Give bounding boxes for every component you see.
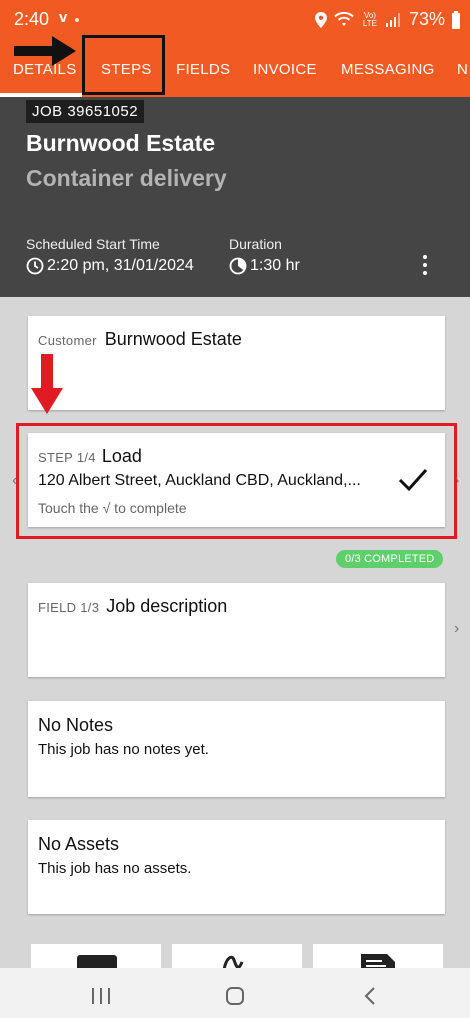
status-bar: 2:40 v Vo) LTE 73% [0,0,470,40]
system-nav-bar [0,968,470,1018]
action-tiles [31,944,443,968]
duration-label: Duration [229,236,282,252]
tab-messaging[interactable]: MESSAGING [341,61,435,78]
client-name: Burnwood Estate [26,130,216,156]
scheduled-start-value: 2:20 pm, 31/01/2024 [26,257,194,275]
battery-icon [452,10,460,29]
field-counter: FIELD 1/3 [38,600,100,615]
carrier-icon: v [59,9,68,26]
clock-icon [26,257,44,275]
duration-value: 1:30 hr [229,257,300,275]
recents-icon[interactable] [92,988,110,1004]
volte-icon: Vo) LTE [361,11,379,28]
assets-description: This job has no assets. [38,860,192,877]
duration-text: 1:30 hr [250,257,300,274]
scheduled-start-label: Scheduled Start Time [26,236,160,252]
completed-badge: 0/3 COMPLETED [336,550,444,568]
field-title: Job description [106,596,228,616]
job-type: Container delivery [26,165,227,191]
more-options-icon[interactable] [418,253,432,277]
calendar-icon [77,955,117,968]
tab-fields[interactable]: FIELDS [176,61,230,78]
signature-icon [222,955,244,968]
notes-title: No Notes [38,715,114,735]
job-number-badge: JOB 39651052 [26,100,145,123]
lte-label: LTE [362,18,377,28]
calendar-tile[interactable] [31,944,161,968]
annotation-arrow-red [31,354,63,414]
location-icon [314,11,327,28]
customer-card[interactable]: Customer Burnwood Estate [28,316,445,410]
battery-level: 73% [408,9,445,29]
wifi-icon [334,11,354,26]
signature-tile[interactable] [172,944,302,968]
home-icon[interactable] [226,987,244,1005]
signal-icon [385,12,400,27]
notes-card[interactable]: No Notes This job has no notes yet. [28,701,445,797]
annotation-arrow-black [14,36,76,66]
notification-dot-icon [75,18,79,22]
tab-invoice[interactable]: INVOICE [253,61,317,78]
timer-icon [229,257,247,275]
annotation-box-steps [82,35,165,95]
customer-label: Customer [38,333,97,348]
status-icons: Vo) LTE 73% [314,9,460,30]
status-time: 2:40 [14,9,50,29]
notes-description: This job has no notes yet. [38,741,209,758]
tab-more[interactable]: N [457,61,468,78]
assets-card[interactable]: No Assets This job has no assets. [28,820,445,914]
customer-name: Burnwood Estate [104,329,242,349]
annotation-box-step [16,423,457,539]
field-next-chevron-icon[interactable]: › [454,620,459,638]
assets-title: No Assets [38,834,120,854]
scheduled-start-text: 2:20 pm, 31/01/2024 [47,257,194,274]
document-tile[interactable] [313,944,443,968]
back-icon[interactable] [362,986,378,1006]
document-icon [361,954,395,968]
field-card[interactable]: FIELD 1/3 Job description [28,583,445,677]
job-header: JOB 39651052 Burnwood Estate Container d… [0,97,470,297]
